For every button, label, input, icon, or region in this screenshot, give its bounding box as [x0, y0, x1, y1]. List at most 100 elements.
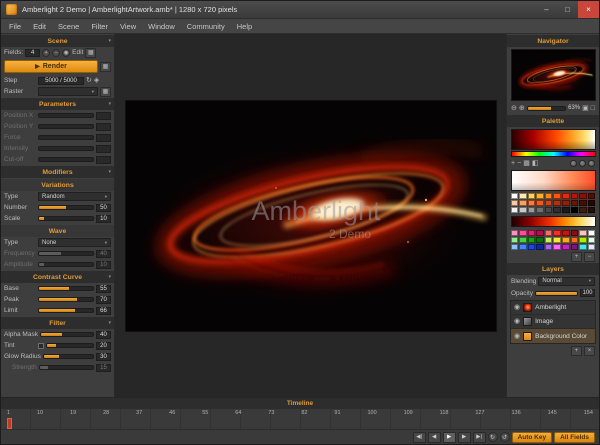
timeline-tick[interactable]: 73: [268, 410, 274, 416]
color-swatch[interactable]: [536, 237, 544, 243]
step-mode-icon[interactable]: ◈: [94, 77, 99, 84]
palette-grid-icon[interactable]: ▦: [523, 160, 530, 167]
color-swatch[interactable]: [511, 200, 519, 206]
color-swatch[interactable]: [519, 207, 527, 213]
color-swatch[interactable]: [545, 193, 553, 199]
color-swatch[interactable]: [571, 237, 579, 243]
timeline-tick[interactable]: 46: [169, 410, 175, 416]
color-mixer-field[interactable]: [511, 170, 596, 191]
remove-swatch-button[interactable]: −: [584, 252, 595, 262]
skip-to-start-button[interactable]: ◀|: [413, 432, 426, 443]
scale-slider[interactable]: [38, 216, 94, 221]
loop-playback-icon[interactable]: ↻: [488, 432, 498, 442]
visibility-eye-icon[interactable]: ◉: [514, 318, 520, 325]
alpha-mask-slider[interactable]: [40, 332, 94, 337]
color-swatch[interactable]: [511, 230, 519, 236]
color-swatch[interactable]: [553, 237, 561, 243]
color-swatch[interactable]: [571, 193, 579, 199]
palette-section-header[interactable]: Palette: [507, 115, 599, 127]
color-swatch[interactable]: [579, 230, 587, 236]
color-swatch[interactable]: [562, 200, 570, 206]
remove-field-button[interactable]: −: [52, 49, 60, 57]
color-swatch[interactable]: [528, 207, 536, 213]
intensity-value[interactable]: [96, 145, 111, 153]
cutoff-slider[interactable]: [38, 157, 94, 162]
color-swatch[interactable]: [562, 237, 570, 243]
color-swatch[interactable]: [511, 207, 519, 213]
frequency-slider[interactable]: [38, 251, 94, 256]
color-swatch[interactable]: [562, 230, 570, 236]
color-swatch[interactable]: [562, 207, 570, 213]
skip-to-end-button[interactable]: ▶|: [473, 432, 486, 443]
timeline-tick[interactable]: 109: [404, 410, 413, 416]
color-swatch[interactable]: [536, 200, 544, 206]
color-swatch[interactable]: [553, 244, 561, 250]
color-swatch[interactable]: [519, 244, 527, 250]
color-swatch[interactable]: [519, 230, 527, 236]
menu-item[interactable]: Community: [181, 21, 231, 32]
color-swatch[interactable]: [528, 200, 536, 206]
minimize-button[interactable]: –: [536, 1, 557, 18]
add-field-button[interactable]: +: [42, 49, 50, 57]
strength-value[interactable]: 15: [96, 364, 111, 372]
timeline-tick[interactable]: 145: [548, 410, 557, 416]
color-swatch[interactable]: [545, 244, 553, 250]
timeline-tick[interactable]: 154: [584, 410, 593, 416]
color-swatch[interactable]: [536, 207, 544, 213]
playhead-marker[interactable]: [7, 418, 12, 429]
cutoff-value[interactable]: [96, 156, 111, 164]
peak-slider[interactable]: [38, 297, 94, 302]
render-settings-button[interactable]: ▦: [100, 62, 111, 72]
previous-frame-button[interactable]: ◀: [428, 432, 441, 443]
position-y-value[interactable]: [96, 123, 111, 131]
all-fields-button[interactable]: All Fields: [554, 432, 595, 443]
fit-view-icon[interactable]: ▣: [582, 105, 589, 112]
position-x-value[interactable]: [96, 112, 111, 120]
timeline-tick[interactable]: 64: [235, 410, 241, 416]
strength-slider[interactable]: [39, 365, 94, 370]
color-swatch[interactable]: [536, 244, 544, 250]
color-swatch[interactable]: [545, 207, 553, 213]
split-view-icon[interactable]: ◧: [532, 160, 539, 167]
color-swatch[interactable]: [528, 193, 536, 199]
alpha-mask-value[interactable]: 40: [96, 331, 111, 339]
base-slider[interactable]: [38, 286, 94, 291]
color-swatch[interactable]: [536, 230, 544, 236]
color-swatch[interactable]: [588, 230, 596, 236]
render-button[interactable]: ▶ Render: [4, 60, 98, 73]
menu-item[interactable]: File: [3, 21, 27, 32]
intensity-slider[interactable]: [38, 146, 94, 151]
layer-row-amberlight[interactable]: ◉ Amberlight: [511, 301, 595, 315]
amplitude-slider[interactable]: [38, 262, 94, 267]
titlebar[interactable]: Amberlight 2 Demo | AmberlightArtwork.am…: [1, 1, 599, 19]
timeline-ruler[interactable]: 1101928374655647382911001091181271361451…: [1, 409, 599, 430]
color-mode-button-3[interactable]: [588, 160, 595, 167]
timeline-tick[interactable]: 100: [367, 410, 376, 416]
layer-row-image[interactable]: ◉ Image: [511, 315, 595, 329]
color-field-picker[interactable]: [511, 129, 596, 150]
color-swatch[interactable]: [545, 230, 553, 236]
color-swatch[interactable]: [528, 237, 536, 243]
canvas-artwork[interactable]: Amberlight 2 Demo: [125, 100, 497, 332]
timeline-header[interactable]: Timeline: [1, 398, 599, 409]
color-swatch[interactable]: [571, 207, 579, 213]
color-mode-button-2[interactable]: [579, 160, 586, 167]
tint-value[interactable]: 20: [96, 342, 111, 350]
tint-slider[interactable]: [46, 343, 94, 348]
limit-slider[interactable]: [38, 308, 94, 313]
color-swatch[interactable]: [553, 207, 561, 213]
close-button[interactable]: ×: [578, 1, 599, 18]
color-swatch[interactable]: [562, 244, 570, 250]
menu-item[interactable]: Help: [231, 21, 258, 32]
amplitude-value[interactable]: 10: [96, 261, 111, 269]
force-value[interactable]: [96, 134, 111, 142]
glow-radius-value[interactable]: 30: [96, 353, 111, 361]
color-mode-button-1[interactable]: [570, 160, 577, 167]
opacity-slider[interactable]: [535, 291, 578, 296]
color-swatch[interactable]: [553, 200, 561, 206]
timeline-tick[interactable]: 91: [334, 410, 340, 416]
color-swatch[interactable]: [579, 244, 587, 250]
modifiers-section-header[interactable]: Modifiers ▾: [1, 166, 114, 178]
color-swatch[interactable]: [562, 193, 570, 199]
color-swatch[interactable]: [545, 237, 553, 243]
